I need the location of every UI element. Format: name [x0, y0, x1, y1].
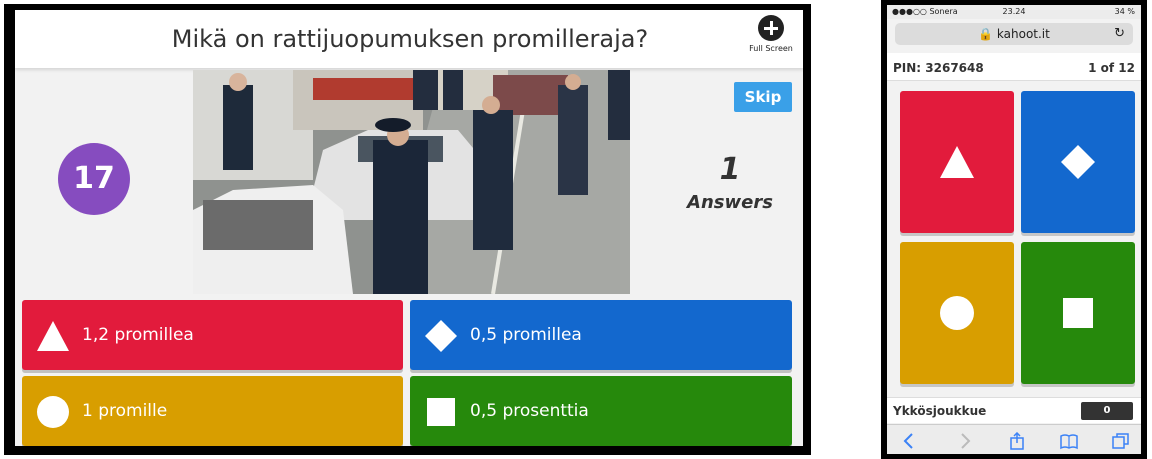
- answer-button-green[interactable]: [1021, 242, 1135, 384]
- question-progress: 1 of 12: [1088, 61, 1135, 75]
- back-icon[interactable]: [899, 432, 919, 450]
- presenter-screen: Mikä on rattijuopumuksen promilleraja? F…: [15, 10, 803, 446]
- fullscreen-icon: [758, 15, 784, 41]
- diamond-icon: [1061, 145, 1095, 179]
- skip-button[interactable]: Skip: [734, 82, 792, 112]
- square-icon: [1063, 298, 1093, 328]
- address-bar[interactable]: 🔒 kahoot.it ↻: [895, 23, 1133, 45]
- answers-label: Answers: [687, 192, 773, 213]
- status-time: 23.24: [1002, 7, 1026, 16]
- url-value: kahoot.it: [996, 27, 1050, 41]
- answers-count: 1: [719, 152, 741, 187]
- square-icon: [427, 398, 455, 426]
- answer-text: 1 promille: [82, 401, 168, 421]
- bookmarks-icon[interactable]: [1059, 432, 1079, 450]
- circle-icon: [37, 396, 69, 428]
- status-bar: ●●●○○ Sonera 23.24 34 %: [887, 5, 1141, 19]
- screenshot-composite: Mikä on rattijuopumuksen promilleraja? F…: [0, 0, 1152, 459]
- answer-text: 0,5 prosenttia: [470, 401, 589, 421]
- police-checkpoint-photo: [193, 70, 630, 294]
- browser-toolbar: [887, 424, 1141, 454]
- countdown-timer: 17: [58, 143, 130, 215]
- game-info-bar: PIN: 3267648 1 of 12: [887, 53, 1141, 81]
- question-title: Mikä on rattijuopumuksen promilleraja?: [171, 25, 649, 53]
- lock-icon: 🔒: [978, 27, 994, 41]
- phone-screen: ●●●○○ Sonera 23.24 34 % 🔒 kahoot.it ↻ PI…: [887, 5, 1141, 454]
- presenter-screen-frame: Mikä on rattijuopumuksen promilleraja? F…: [4, 4, 811, 455]
- triangle-icon: [37, 321, 69, 351]
- answer-option-red[interactable]: 1,2 promillea: [22, 300, 403, 370]
- circle-icon: [940, 296, 974, 330]
- player-bar: Ykkösjoukkue 0: [887, 397, 1141, 423]
- forward-icon[interactable]: [955, 432, 975, 450]
- question-image: [193, 70, 630, 294]
- battery-indicator: 34 %: [1114, 7, 1135, 16]
- question-header: Mikä on rattijuopumuksen promilleraja? F…: [15, 10, 803, 68]
- game-pin: PIN: 3267648: [893, 61, 984, 75]
- player-name: Ykkösjoukkue: [893, 404, 987, 418]
- answer-option-blue[interactable]: 0,5 promillea: [410, 300, 792, 370]
- reload-icon[interactable]: ↻: [1114, 26, 1125, 41]
- share-icon[interactable]: [1007, 432, 1027, 450]
- diamond-icon: [425, 320, 457, 352]
- score-badge: 0: [1081, 402, 1133, 420]
- url-text: 🔒 kahoot.it: [895, 27, 1133, 41]
- fullscreen-button[interactable]: Full Screen: [749, 15, 793, 61]
- fullscreen-label: Full Screen: [749, 44, 793, 53]
- answer-button-red[interactable]: [900, 91, 1014, 233]
- answer-option-green[interactable]: 0,5 prosenttia: [410, 376, 792, 446]
- answer-button-yellow[interactable]: [900, 242, 1014, 384]
- phone-frame: ●●●○○ Sonera 23.24 34 % 🔒 kahoot.it ↻ PI…: [881, 0, 1147, 459]
- answer-text: 1,2 promillea: [82, 325, 194, 345]
- answer-option-yellow[interactable]: 1 promille: [22, 376, 403, 446]
- answer-text: 0,5 promillea: [470, 325, 582, 345]
- triangle-icon: [940, 146, 974, 178]
- answer-button-blue[interactable]: [1021, 91, 1135, 233]
- tabs-icon[interactable]: [1111, 432, 1131, 450]
